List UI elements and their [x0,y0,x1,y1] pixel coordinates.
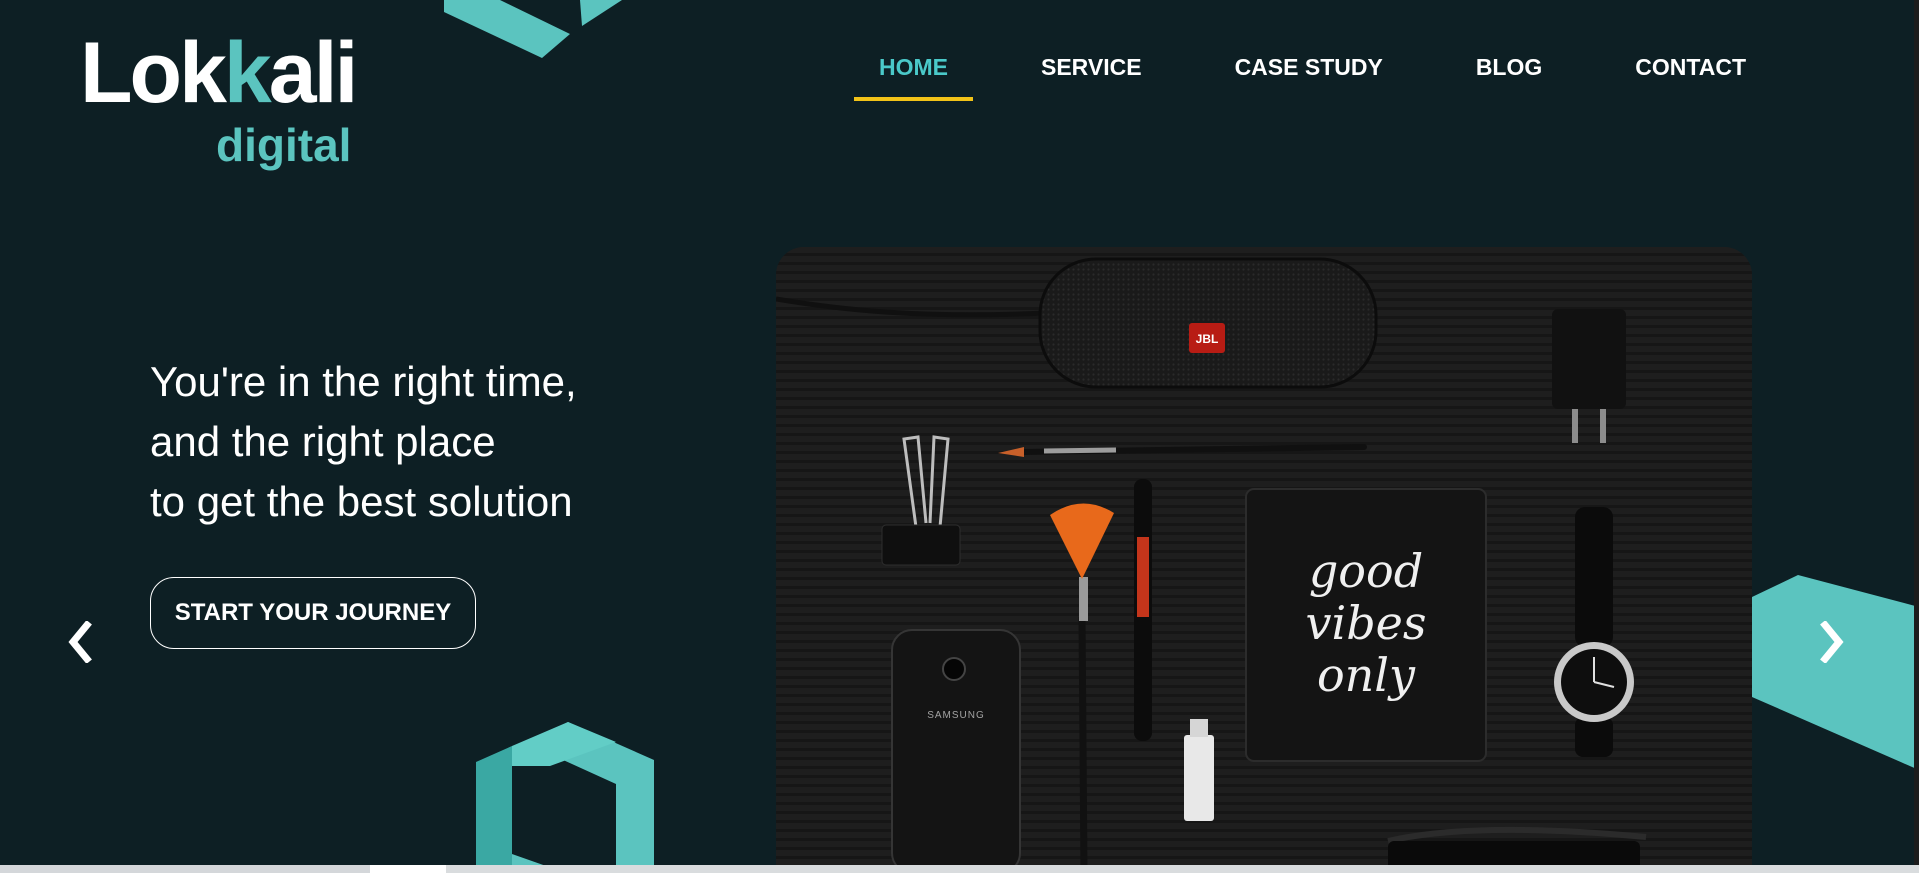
smartphone: SAMSUNG [891,629,1021,873]
nav-home[interactable]: HOME [854,48,973,101]
logo-text-ali: ali [268,25,359,121]
carousel-prev-button[interactable] [58,612,102,672]
chevron-left-icon [68,621,92,663]
hero-line: to get the best solution [150,478,573,525]
flat-lay-illustration: JBL good vibes only SAMSUNG [776,247,1752,873]
start-journey-button[interactable]: START YOUR JOURNEY [150,577,476,649]
top-hexagon-decoration [444,0,622,58]
speaker-brand-label: JBL [1196,332,1219,346]
brand-logo[interactable]: Lokkali digital [80,30,360,180]
nav-case-study[interactable]: CASE STUDY [1210,48,1408,98]
logo-wordmark: Lokkali [80,30,358,116]
hero-line: and the right place [150,418,496,465]
bottom-hexagon-decoration [476,722,654,873]
bluetooth-speaker: JBL [1038,257,1378,389]
phone-brand-label: SAMSUNG [927,710,985,721]
right-band-decoration [1752,575,1919,770]
hero-page: Lokkali digital HOME SERVICE CASE STUDY … [0,0,1919,873]
marker-pen [1134,479,1152,741]
logo-text-lok: Lok [80,25,227,121]
window-right-edge [1914,0,1919,873]
nav-contact[interactable]: CONTACT [1610,48,1771,98]
hero-line: You're in the right time, [150,358,577,405]
logo-subtitle: digital [216,119,352,171]
notebook-line: vibes [1306,596,1427,650]
hero-headline: You're in the right time, and the right … [150,352,750,532]
main-navigation: HOME SERVICE CASE STUDY BLOG CONTACT [854,48,1771,104]
chevron-right-icon [1820,621,1844,663]
notebook-line: good [1309,544,1423,598]
hero-photo: JBL good vibes only SAMSUNG [776,247,1752,873]
window-bottom-edge [0,865,1919,873]
carousel-next-button[interactable] [1810,612,1854,672]
logo-text-k: k [223,25,272,121]
notebook-line: only [1317,648,1416,702]
nav-blog[interactable]: BLOG [1451,48,1567,98]
nav-service[interactable]: SERVICE [1016,48,1167,98]
notebook: good vibes only [1245,488,1487,762]
